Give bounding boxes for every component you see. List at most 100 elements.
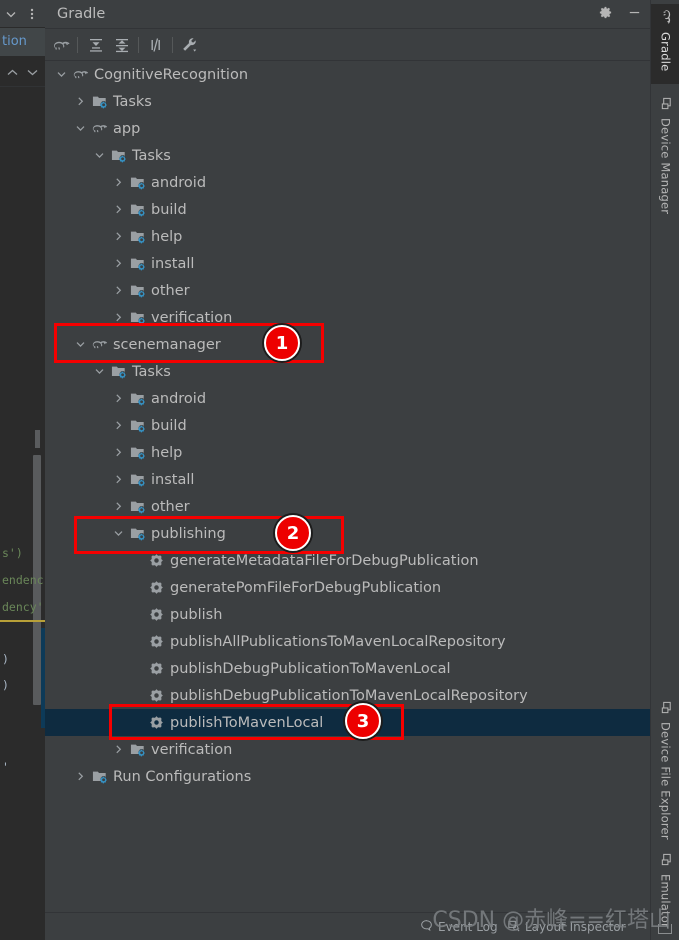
code-line: endenc [2,573,44,587]
tree-row[interactable]: publishing [45,520,650,547]
tree-expand-arrow[interactable] [112,393,124,405]
device-icon [661,701,671,714]
tree-expand-arrow[interactable] [112,204,124,216]
tree-row[interactable]: publishDebugPublicationToMavenLocalRepos… [45,682,650,709]
chevron-right-icon[interactable] [113,420,124,431]
tree-row[interactable]: verification [45,304,650,331]
stripe-gradle[interactable]: Gradle [651,4,679,84]
chevron-down-icon[interactable] [113,528,124,539]
task-folder-icon [130,231,145,244]
tree-row[interactable]: publishAllPublicationsToMavenLocalReposi… [45,628,650,655]
tree-row[interactable]: help [45,223,650,250]
chevron-right-icon[interactable] [113,231,124,242]
chevron-down-icon[interactable] [56,69,67,80]
annotation-number-badge: 1 [264,325,300,361]
minimize-icon[interactable] [627,5,642,20]
tree-row[interactable]: scenemanager [45,331,650,358]
tree-expand-arrow[interactable] [74,771,86,783]
tree-expand-arrow[interactable] [112,285,124,297]
tree-row[interactable]: verification [45,736,650,763]
tree-row[interactable]: Run Configurations [45,763,650,790]
tree-row-label: build [151,201,187,218]
task-folder-icon [92,771,107,784]
tree-expand-arrow[interactable] [112,528,124,540]
tree-expand-arrow[interactable] [112,258,124,270]
tree-row[interactable]: android [45,385,650,412]
chevron-right-icon[interactable] [113,285,124,296]
tree-expand-arrow[interactable] [93,150,105,162]
chevron-right-icon[interactable] [113,447,124,458]
chevron-down-icon[interactable] [94,150,105,161]
chevron-right-icon[interactable] [113,312,124,323]
tree-row[interactable]: build [45,412,650,439]
tree-row[interactable]: publish [45,601,650,628]
tree-row[interactable]: Tasks [45,142,650,169]
chevron-right-icon[interactable] [113,474,124,485]
editor-code-area[interactable]: s') endenc dency')) ' [0,90,45,940]
task-folder-icon [130,283,147,298]
chevron-right-icon[interactable] [113,501,124,512]
tree-row[interactable]: install [45,250,650,277]
tree-row[interactable]: app [45,115,650,142]
tree-expand-arrow[interactable] [112,744,124,756]
tree-row[interactable]: CognitiveRecognition [45,61,650,88]
tree-expand-arrow[interactable] [112,177,124,189]
tree-row-label: verification [151,309,233,326]
editor-tab[interactable]: tion [0,28,45,56]
tree-expand-arrow[interactable] [93,366,105,378]
balloon-icon [420,919,433,935]
settings-gear-icon[interactable] [598,5,613,20]
chevron-right-icon[interactable] [113,177,124,188]
tree-row[interactable]: other [45,493,650,520]
tree-expand-arrow[interactable] [112,447,124,459]
chevron-down-icon[interactable] [75,339,86,350]
tree-expand-arrow[interactable] [112,501,124,513]
stripe-button-label: Gradle [658,32,673,72]
tree-expand-arrow[interactable] [112,231,124,243]
tree-row[interactable]: Tasks [45,358,650,385]
tree-expand-arrow[interactable] [74,96,86,108]
chevron-right-icon[interactable] [113,393,124,404]
chevron-down-icon[interactable] [75,123,86,134]
tree-row[interactable]: generatePomFileForDebugPublication [45,574,650,601]
tree-row[interactable]: android [45,169,650,196]
tree-expand-arrow[interactable] [112,474,124,486]
collapse-all-icon [116,39,128,53]
tree-row-label: generateMetadataFileForDebugPublication [170,552,479,569]
chevron-right-icon[interactable] [75,771,86,782]
tree-expand-arrow[interactable] [74,339,86,351]
build-tool-settings-button[interactable] [179,35,199,55]
stripe-device-file-explorer[interactable]: Device File Explorer [651,694,679,842]
tree-expand-arrow[interactable] [55,69,67,81]
collapse-all-button[interactable] [112,35,132,55]
task-folder-icon [130,447,145,460]
tree-expand-arrow[interactable] [74,123,86,135]
tree-expand-arrow[interactable] [112,312,124,324]
chevron-right-icon[interactable] [113,744,124,755]
stripe-device-manager[interactable]: Device Manager [651,90,679,218]
annotation-number-badge: 2 [275,515,311,551]
chevron-down-icon[interactable] [5,8,17,20]
tree-row[interactable]: publishDebugPublicationToMavenLocal [45,655,650,682]
chevron-right-icon[interactable] [75,96,86,107]
chevron-right-icon[interactable] [113,258,124,269]
toggle-offline-mode-button[interactable] [146,35,166,55]
chevron-right-icon[interactable] [113,204,124,215]
more-options-icon[interactable] [26,7,38,21]
tree-row[interactable]: install [45,466,650,493]
tree-row[interactable]: other [45,277,650,304]
reload-gradle-project-button[interactable] [52,35,72,55]
chevron-down-icon-nav[interactable] [26,68,39,77]
tree-row-label: android [151,174,207,191]
tree-row[interactable]: Tasks [45,88,650,115]
tree-row[interactable]: generateMetadataFileForDebugPublication [45,547,650,574]
chevron-up-icon[interactable] [6,68,19,77]
tree-row[interactable]: build [45,196,650,223]
gradle-tree[interactable]: CognitiveRecognition Tasks app Tasks android… [45,61,650,912]
expand-all-button[interactable] [86,35,106,55]
tree-row[interactable]: help [45,439,650,466]
tree-expand-arrow[interactable] [112,420,124,432]
tree-row-label: Run Configurations [113,768,252,785]
elephant-icon [656,10,675,26]
chevron-down-icon[interactable] [94,366,105,377]
